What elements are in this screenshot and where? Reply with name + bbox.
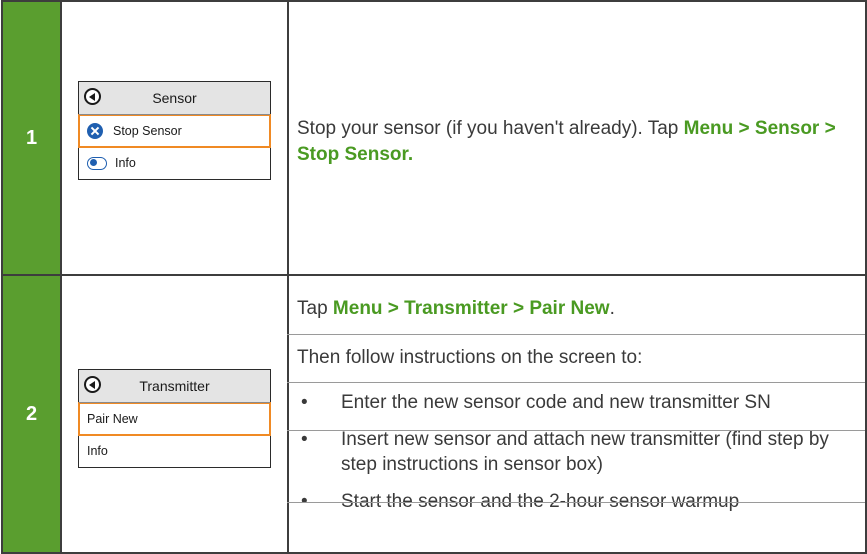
menu-item-label: Info [87,444,108,458]
step-2-screen-cell: Transmitter Pair New Info [61,274,289,554]
divider [287,334,865,335]
screen-title: Transmitter [139,378,210,394]
step-1-text-cell: Stop your sensor (if you haven't already… [287,0,867,276]
step-number-label: 1 [25,126,38,149]
menu-path: Menu > Transmitter > Pair New [332,298,610,319]
instruction-text: Stop your sensor (if you haven't already… [297,118,684,139]
menu-item-info[interactable]: Info [79,435,270,467]
stop-icon [87,122,103,139]
divider [287,382,865,383]
transmitter-menu-screen: Transmitter Pair New Info [78,369,271,468]
bullet-item: Enter the new sensor code and new transm… [297,390,851,415]
tap-prefix: Tap [297,298,333,319]
menu-item-stop-sensor[interactable]: Stop Sensor [78,114,271,148]
step-number-2: 2 [1,274,62,554]
tap-suffix: . [609,298,615,319]
tap-instruction: Tap Menu > Transmitter > Pair New. [297,296,847,322]
menu-item-pair-new[interactable]: Pair New [78,402,271,436]
step-2-text-cell: Tap Menu > Transmitter > Pair New. Then … [287,274,867,554]
bullet-list: Enter the new sensor code and new transm… [297,390,851,514]
screen-title: Sensor [152,90,197,106]
step-number-label: 2 [25,402,38,425]
info-icon [87,156,107,170]
divider [287,430,865,431]
follow-instruction: Then follow instructions on the screen t… [297,345,847,371]
divider [287,502,865,503]
menu-item-label: Pair New [87,411,138,426]
follow-text: Then follow instructions on the screen t… [297,347,643,368]
menu-item-info[interactable]: Info [79,147,270,179]
step-1-screen-cell: Sensor Stop Sensor Info [61,0,289,276]
step-number-1: 1 [1,0,62,276]
screen-header: Sensor [79,82,270,115]
menu-item-label: Info [115,156,136,170]
step-1-instruction: Stop your sensor (if you haven't already… [297,116,847,168]
bullet-item: Insert new sensor and attach new transmi… [297,427,851,477]
menu-item-label: Stop Sensor [113,123,182,138]
screen-header: Transmitter [79,370,270,403]
sensor-menu-screen: Sensor Stop Sensor Info [78,81,271,180]
instruction-table: 1 Sensor Stop Sensor Info Stop your sens… [0,0,867,554]
